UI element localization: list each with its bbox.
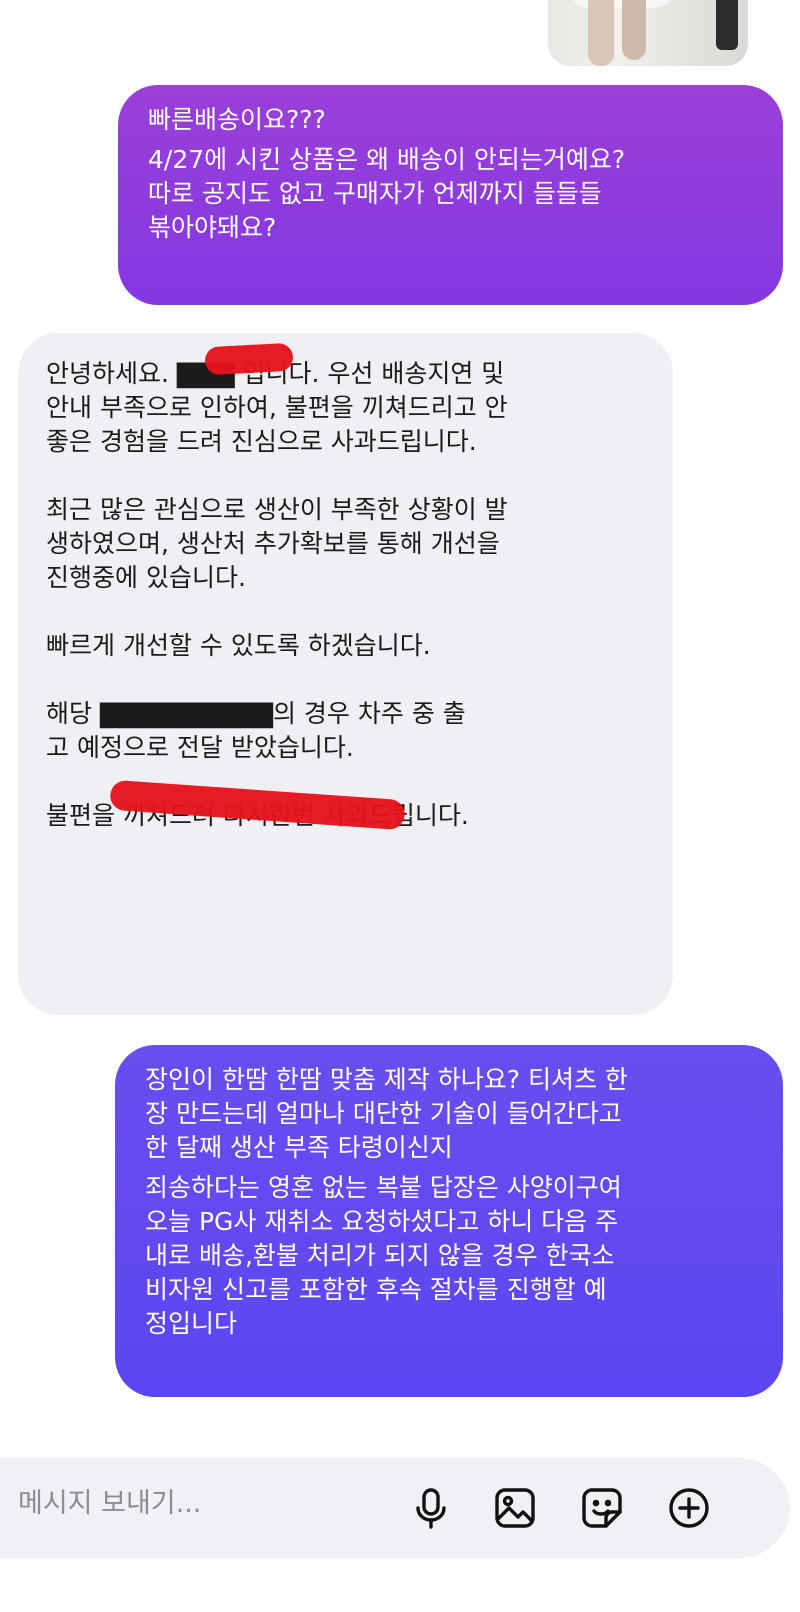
- message-composer: [0, 1458, 790, 1558]
- message-input[interactable]: [18, 1488, 398, 1519]
- outgoing-message-bubble[interactable]: 장인이 한땀 한땀 맞춤 제작 하나요? 티셔츠 한 장 만드는데 얼마나 대단…: [115, 1045, 783, 1397]
- image-icon[interactable]: [490, 1483, 540, 1533]
- sticker-icon[interactable]: [577, 1483, 627, 1533]
- message-paragraph: 빠르게 개선할 수 있도록 하겠습니다.: [46, 631, 431, 660]
- photo-detail: [622, 0, 646, 60]
- outgoing-message-bubble[interactable]: 빠른배송이요??? 4/27에 시킨 상품은 왜 배송이 안되는거예요? 따로 …: [118, 85, 783, 305]
- redaction-mark: [204, 342, 294, 376]
- message-text: 죄송하다는 영혼 없는 복붙 답장은 사양이구여 오늘 PG사 재취소 요청하셨…: [145, 1173, 622, 1338]
- photo-detail: [588, 0, 614, 66]
- photo-message-thumbnail[interactable]: [548, 0, 748, 66]
- message-text: 4/27에 시킨 상품은 왜 배송이 안되는거예요? 따로 공지도 없고 구매자…: [148, 145, 626, 242]
- message-paragraph: 해당 ▇▇▇▇▇▇▇▇▇의 경우 차주 중 출 고 예정으로 전달 받았습니다.: [46, 699, 466, 762]
- add-icon[interactable]: [664, 1483, 714, 1533]
- message-paragraph: 최근 많은 관심으로 생산이 부족한 상황이 발 생하였으며, 생산처 추가확보…: [46, 495, 508, 592]
- message-paragraph: 안녕하세요. ▇▇▇ 입니다. 우선 배송지연 및 안내 부족으로 인하여, 불…: [46, 359, 508, 456]
- incoming-message-bubble[interactable]: 안녕하세요. ▇▇▇ 입니다. 우선 배송지연 및 안내 부족으로 인하여, 불…: [18, 333, 673, 1015]
- photo-detail: [716, 0, 738, 50]
- message-text: 장인이 한땀 한땀 맞춤 제작 하나요? 티셔츠 한 장 만드는데 얼마나 대단…: [145, 1065, 628, 1162]
- microphone-icon[interactable]: [406, 1483, 456, 1533]
- message-text: 빠른배송이요???: [148, 105, 326, 134]
